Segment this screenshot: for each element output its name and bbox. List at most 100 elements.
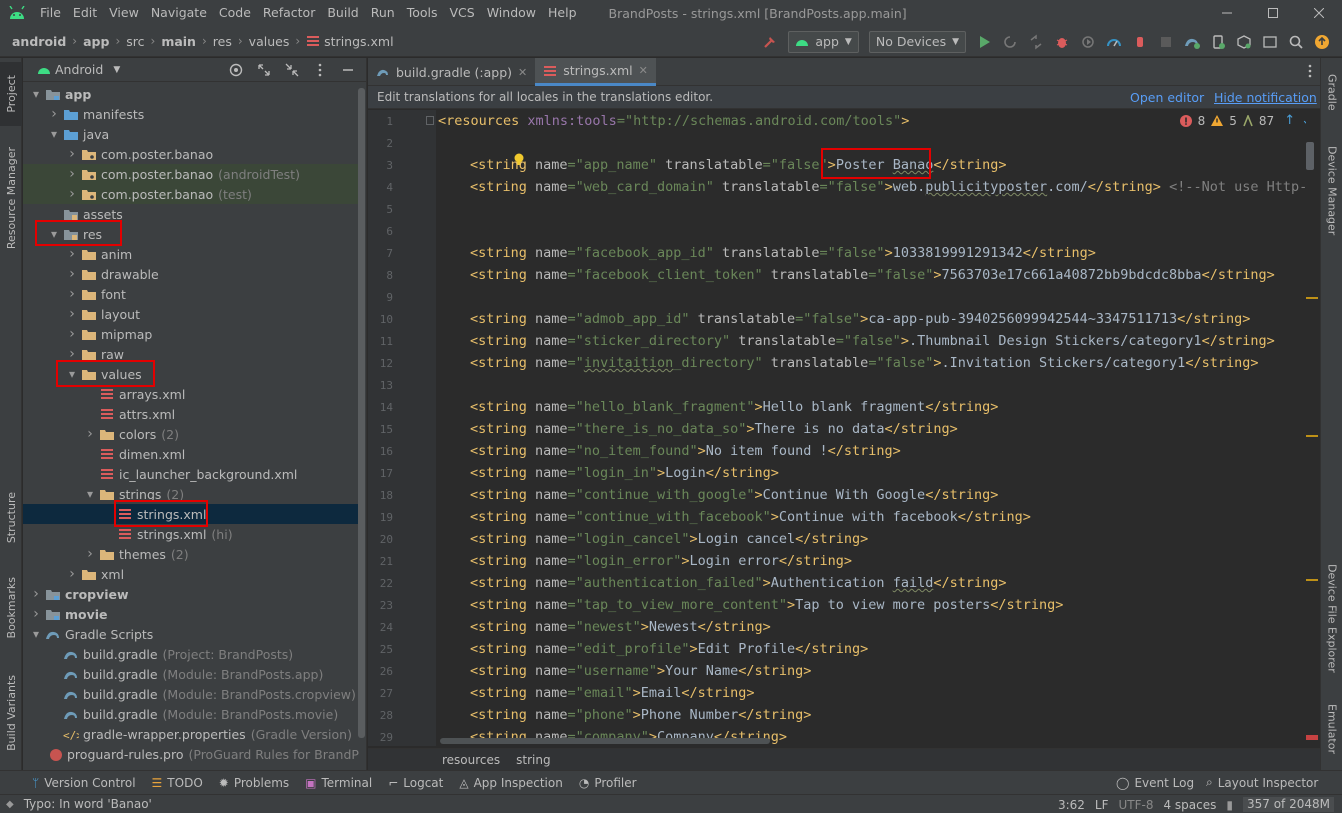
update-icon[interactable] bbox=[1310, 30, 1334, 54]
tool-logcat[interactable]: ⌐ Logcat bbox=[380, 771, 451, 795]
horizontal-scrollbar[interactable] bbox=[440, 738, 770, 744]
chevron-down-icon[interactable]: ▾ bbox=[29, 627, 43, 641]
profile-icon[interactable] bbox=[1076, 30, 1100, 54]
tool-app-inspection[interactable]: ◬ App Inspection bbox=[451, 771, 570, 795]
tree-item[interactable]: ▾ java bbox=[23, 124, 359, 144]
breadcrumb-item[interactable]: main bbox=[161, 34, 196, 49]
menu-window[interactable]: Window bbox=[481, 0, 542, 26]
tree-item[interactable]: </> gradle-wrapper.properties(Gradle Vers… bbox=[23, 724, 359, 744]
tree-item[interactable]: strings.xml (hi) bbox=[23, 524, 359, 544]
code-line[interactable]: <string name="admob_app_id" translatable… bbox=[470, 308, 1250, 330]
error-marker[interactable] bbox=[1306, 735, 1318, 740]
menu-navigate[interactable]: Navigate bbox=[145, 0, 213, 26]
warning-marker[interactable] bbox=[1306, 297, 1318, 299]
run-config-select[interactable]: app ▼ bbox=[788, 30, 859, 53]
code-editor[interactable]: <resources xmlns:tools="http://schemas.a… bbox=[436, 110, 1306, 746]
tree-item[interactable]: build.gradle (Module: BrandPosts.cropview… bbox=[23, 684, 359, 704]
tree-item[interactable]: › cropview bbox=[23, 584, 359, 604]
tree-item[interactable]: build.gradle (Module: BrandPosts.app) bbox=[23, 664, 359, 684]
tree-item[interactable]: attrs.xml bbox=[23, 404, 359, 424]
tab-gradle[interactable]: Gradle bbox=[1321, 62, 1342, 122]
tab-device-file-explorer[interactable]: Device File Explorer bbox=[1321, 558, 1342, 678]
footer-crumb-string[interactable]: string bbox=[516, 753, 550, 767]
chevron-right-icon[interactable]: › bbox=[83, 426, 97, 442]
menu-file[interactable]: File bbox=[34, 0, 67, 26]
tree-item[interactable]: ▾ app bbox=[23, 84, 359, 104]
tree-item[interactable]: arrays.xml bbox=[23, 384, 359, 404]
code-line[interactable]: <string name="email">Email</string> bbox=[470, 682, 755, 704]
chevron-right-icon[interactable]: › bbox=[65, 326, 79, 342]
chevron-right-icon[interactable]: › bbox=[65, 246, 79, 262]
tab-build-gradle[interactable]: build.gradle (:app) ✕ bbox=[368, 58, 535, 86]
lock-icon[interactable]: ▮ bbox=[1226, 798, 1233, 812]
tab-build-variants[interactable]: Build Variants bbox=[0, 668, 22, 758]
tab-project[interactable]: Project bbox=[0, 62, 22, 126]
breadcrumb-item[interactable]: android bbox=[12, 34, 66, 49]
code-line[interactable]: <string name="continue_with_google">Cont… bbox=[470, 484, 998, 506]
tool-todo[interactable]: ☰ TODO bbox=[144, 771, 211, 795]
tree-item[interactable]: › com.poster.banao (androidTest) bbox=[23, 164, 359, 184]
tree-item[interactable]: › layout bbox=[23, 304, 359, 324]
arrow-up-icon[interactable]: ↑ bbox=[1284, 113, 1295, 128]
breadcrumb-item[interactable]: res bbox=[213, 34, 232, 49]
collapse-all-icon[interactable] bbox=[280, 58, 304, 82]
chevron-right-icon[interactable]: › bbox=[83, 546, 97, 562]
tree-item[interactable]: › drawable bbox=[23, 264, 359, 284]
tree-item[interactable]: dimen.xml bbox=[23, 444, 359, 464]
chevron-right-icon[interactable]: › bbox=[65, 566, 79, 582]
code-line[interactable]: <string name="phone">Phone Number</strin… bbox=[470, 704, 811, 726]
breadcrumb-item[interactable]: values bbox=[249, 34, 290, 49]
code-line[interactable]: <string name="continue_with_facebook">Co… bbox=[470, 506, 1031, 528]
project-scrollbar[interactable] bbox=[358, 88, 365, 738]
menu-help[interactable]: Help bbox=[542, 0, 583, 26]
project-view-select[interactable]: Android bbox=[55, 62, 103, 77]
breadcrumb-item[interactable]: strings.xml bbox=[324, 34, 393, 49]
chevron-right-icon[interactable]: › bbox=[29, 586, 43, 602]
chevron-right-icon[interactable]: › bbox=[65, 286, 79, 302]
menu-edit[interactable]: Edit bbox=[67, 0, 103, 26]
tree-item[interactable]: build.gradle (Project: BrandPosts) bbox=[23, 644, 359, 664]
tab-emulator[interactable]: Emulator bbox=[1321, 696, 1342, 762]
options-menu-icon[interactable] bbox=[308, 58, 332, 82]
tree-item[interactable]: build.gradle (Module: BrandPosts.movie) bbox=[23, 704, 359, 724]
code-line[interactable]: <string name="no_item_found">No item fou… bbox=[470, 440, 901, 462]
code-line[interactable]: <string name="hello_blank_fragment">Hell… bbox=[470, 396, 998, 418]
tree-item[interactable]: › colors (2) bbox=[23, 424, 359, 444]
warning-marker[interactable] bbox=[1306, 579, 1318, 581]
expand-all-icon[interactable] bbox=[252, 58, 276, 82]
menu-view[interactable]: View bbox=[103, 0, 145, 26]
footer-crumb-resources[interactable]: resources bbox=[442, 753, 500, 767]
close-tab-icon[interactable]: ✕ bbox=[639, 64, 648, 77]
menu-build[interactable]: Build bbox=[321, 0, 364, 26]
breadcrumb-item[interactable]: src bbox=[126, 34, 144, 49]
minimize-button[interactable] bbox=[1204, 0, 1250, 26]
code-line[interactable]: <string name="login_cancel">Login cancel… bbox=[470, 528, 868, 550]
tool-terminal[interactable]: ▣ Terminal bbox=[297, 771, 380, 795]
code-line[interactable]: <string name="facebook_client_token" tra… bbox=[470, 264, 1275, 286]
tab-strings-xml[interactable]: strings.xml ✕ bbox=[535, 58, 656, 86]
menu-refactor[interactable]: Refactor bbox=[257, 0, 321, 26]
tree-item[interactable]: › themes (2) bbox=[23, 544, 359, 564]
memory-indicator[interactable]: 357 of 2048M bbox=[1243, 797, 1334, 812]
chevron-right-icon[interactable]: › bbox=[65, 146, 79, 162]
indent-setting[interactable]: 4 spaces bbox=[1163, 798, 1216, 812]
code-line[interactable]: <string name="facebook_app_id" translata… bbox=[470, 242, 1096, 264]
chevron-right-icon[interactable]: › bbox=[65, 166, 79, 182]
tool-layout-inspector[interactable]: ⌕ Layout Inspector bbox=[1198, 771, 1326, 795]
apply-changes-icon[interactable] bbox=[998, 30, 1022, 54]
scroll-thumb[interactable] bbox=[1306, 142, 1314, 170]
caret-position[interactable]: 3:62 bbox=[1058, 798, 1085, 812]
stop-icon[interactable] bbox=[1154, 30, 1178, 54]
file-encoding[interactable]: UTF-8 bbox=[1119, 798, 1154, 812]
tab-bookmarks[interactable]: Bookmarks bbox=[0, 573, 22, 643]
code-line[interactable]: <string name="tap_to_view_more_content">… bbox=[470, 594, 1063, 616]
open-editor-link[interactable]: Open editor bbox=[1130, 90, 1204, 105]
device-manager-icon[interactable] bbox=[1206, 30, 1230, 54]
tool-profiler[interactable]: ◔ Profiler bbox=[571, 771, 645, 795]
chevron-right-icon[interactable]: › bbox=[47, 106, 61, 122]
hide-notification-link[interactable]: Hide notification bbox=[1214, 90, 1317, 105]
device-select[interactable]: No Devices ▼ bbox=[868, 30, 966, 53]
tree-item[interactable]: › manifests bbox=[23, 104, 359, 124]
breadcrumb-item[interactable]: app bbox=[83, 34, 109, 49]
layout-toggle-icon[interactable] bbox=[1258, 30, 1282, 54]
